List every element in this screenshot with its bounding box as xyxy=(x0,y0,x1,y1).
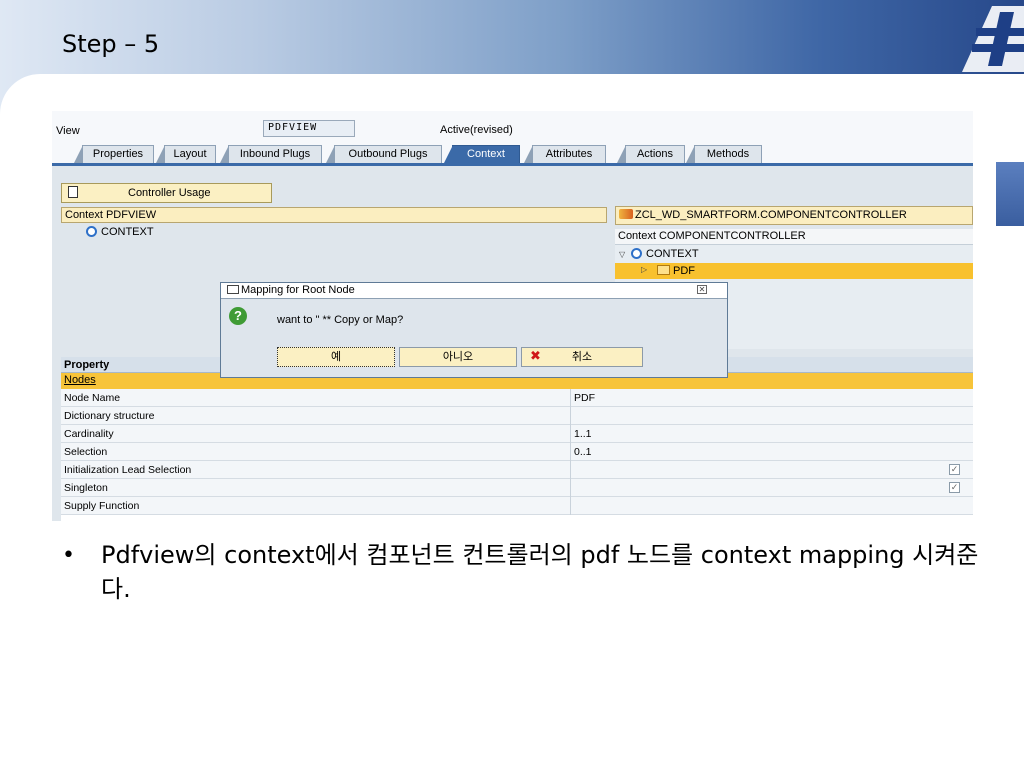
tab-actions[interactable]: Actions xyxy=(617,145,685,163)
tab-properties[interactable]: Properties xyxy=(74,145,154,163)
property-key: Singleton xyxy=(64,482,108,494)
table-row: Singleton ✓ xyxy=(61,479,973,497)
singleton-checkbox[interactable]: ✓ xyxy=(949,482,960,493)
question-icon: ? xyxy=(229,307,247,325)
no-button[interactable]: 아니오 xyxy=(399,347,517,367)
window-icon xyxy=(227,285,239,294)
table-row: Dictionary structure xyxy=(61,407,973,425)
view-status: Active(revised) xyxy=(440,124,513,136)
table-row: Cardinality 1..1 xyxy=(61,425,973,443)
view-header-bar: View PDFVIEW Active(revised) xyxy=(52,111,973,141)
controller-name: ZCL_WD_SMARTFORM.COMPONENTCONTROLLER xyxy=(635,209,907,221)
bullet-text: Pdfview의 context에서 컴포넌트 컨트롤러의 pdf 노드를 co… xyxy=(101,541,979,603)
property-value[interactable]: 1..1 xyxy=(574,428,592,440)
slide-side-tab xyxy=(996,162,1024,226)
company-logo-icon xyxy=(962,6,1024,72)
left-context-root[interactable]: CONTEXT xyxy=(86,226,154,238)
cancel-x-icon: ✖ xyxy=(530,349,541,364)
tab-outbound-plugs[interactable]: Outbound Plugs xyxy=(326,145,442,163)
tab-context[interactable]: Context xyxy=(444,145,520,163)
controller-usage-button[interactable]: Controller Usage xyxy=(61,183,272,203)
pdf-node-label: PDF xyxy=(673,265,695,277)
slide-header xyxy=(0,0,1024,134)
property-key: Selection xyxy=(64,446,108,458)
collapsed-triangle-icon[interactable]: ▷ xyxy=(641,265,653,274)
tab-attributes[interactable]: Attributes xyxy=(524,145,606,163)
property-key: Cardinality xyxy=(64,428,114,440)
property-key: Node Name xyxy=(64,392,121,404)
right-context-header: Context COMPONENTCONTROLLER xyxy=(615,229,973,245)
view-label: View xyxy=(56,125,80,137)
mapping-dialog: Mapping for Root Node ✕ ? want to " ** C… xyxy=(220,282,728,378)
controller-icon xyxy=(619,209,633,219)
property-value[interactable]: PDF xyxy=(574,392,595,404)
tab-inbound-plugs[interactable]: Inbound Plugs xyxy=(220,145,322,163)
cancel-label: 취소 xyxy=(571,350,593,363)
property-key: Dictionary structure xyxy=(64,410,155,422)
context-node-icon xyxy=(86,226,97,237)
expanded-triangle-icon[interactable]: ▽ xyxy=(619,250,631,259)
table-row: Node Name PDF xyxy=(61,389,973,407)
lead-selection-checkbox[interactable]: ✓ xyxy=(949,464,960,475)
cancel-button[interactable]: ✖ 취소 xyxy=(521,347,643,367)
close-icon[interactable]: ✕ xyxy=(697,285,707,294)
dialog-title: Mapping for Root Node xyxy=(241,284,355,296)
table-row: Selection 0..1 xyxy=(61,443,973,461)
view-name-field[interactable]: PDFVIEW xyxy=(263,120,355,137)
property-key: Initialization Lead Selection xyxy=(64,464,192,476)
tab-methods[interactable]: Methods xyxy=(686,145,762,163)
slide-title: Step – 5 xyxy=(62,30,160,58)
component-controller-header[interactable]: ZCL_WD_SMARTFORM.COMPONENTCONTROLLER xyxy=(615,206,973,225)
table-row: Initialization Lead Selection ✓ xyxy=(61,461,973,479)
document-icon xyxy=(68,186,78,198)
property-key: Supply Function xyxy=(64,500,140,512)
table-row: Supply Function xyxy=(61,497,973,515)
editor-tabs: Properties Layout Inbound Plugs Outbound… xyxy=(52,141,973,163)
left-context-header: Context PDFVIEW xyxy=(61,207,607,223)
dialog-message: want to " ** Copy or Map? xyxy=(277,314,404,326)
pdf-node-row[interactable]: ▷ PDF xyxy=(615,263,973,279)
tab-underline xyxy=(52,163,973,166)
tab-layout[interactable]: Layout xyxy=(156,145,216,163)
folder-icon xyxy=(657,265,670,275)
dialog-title-bar: Mapping for Root Node ✕ xyxy=(221,283,727,299)
property-value[interactable]: 0..1 xyxy=(574,446,592,458)
property-table: Property Nodes Node Name PDF Dictionary … xyxy=(61,357,973,521)
right-root-label: CONTEXT xyxy=(646,248,699,260)
bullet-dot: • xyxy=(62,543,75,568)
left-root-label: CONTEXT xyxy=(101,226,154,238)
right-context-root[interactable]: ▽ CONTEXT xyxy=(619,248,699,260)
context-node-icon xyxy=(631,248,642,259)
controller-usage-label: Controller Usage xyxy=(128,187,211,199)
yes-button[interactable]: 예 xyxy=(277,347,395,367)
